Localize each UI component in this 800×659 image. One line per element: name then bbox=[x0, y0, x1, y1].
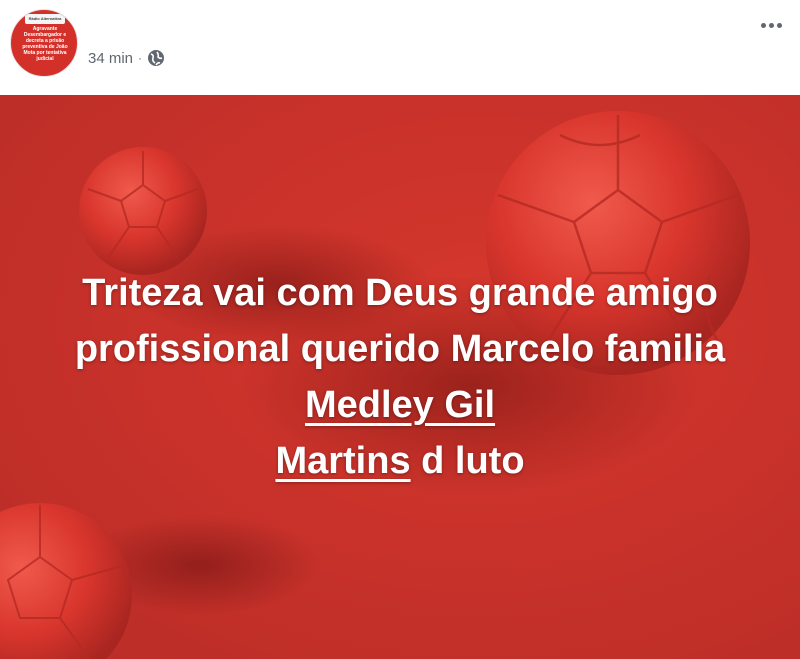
more-dot bbox=[768, 22, 774, 28]
post-text-part: d luto bbox=[410, 440, 525, 482]
avatar-headline: Agravante Desembargador e decreta a pris… bbox=[22, 26, 68, 62]
tagged-user-link[interactable]: Medley Gil bbox=[305, 384, 495, 426]
more-dot bbox=[760, 22, 766, 28]
post-meta: 34 min · bbox=[88, 49, 165, 67]
meta-separator: · bbox=[138, 51, 143, 65]
more-dot bbox=[776, 22, 782, 28]
avatar-logo: Rádio Alternativa bbox=[25, 14, 65, 24]
post-header: Rádio Alternativa Agravante Desembargado… bbox=[0, 0, 800, 95]
facebook-post: Rádio Alternativa Agravante Desembargado… bbox=[0, 0, 800, 659]
more-options-button[interactable] bbox=[754, 14, 788, 36]
post-text-part: Triteza vai com Deus grande amigo profis… bbox=[74, 272, 726, 370]
text-background-post[interactable]: Triteza vai com Deus grande amigo profis… bbox=[0, 95, 800, 659]
timestamp[interactable]: 34 min bbox=[88, 50, 133, 67]
globe-icon[interactable] bbox=[147, 49, 165, 67]
soccer-ball-icon bbox=[0, 503, 132, 659]
page-avatar[interactable]: Rádio Alternativa Agravante Desembargado… bbox=[10, 9, 78, 77]
soccer-ball-icon bbox=[79, 147, 207, 275]
post-text: Triteza vai com Deus grande amigo profis… bbox=[60, 265, 740, 489]
avatar-logo-text: Rádio Alternativa bbox=[28, 16, 62, 21]
tagged-user-link[interactable]: Martins bbox=[275, 440, 410, 482]
